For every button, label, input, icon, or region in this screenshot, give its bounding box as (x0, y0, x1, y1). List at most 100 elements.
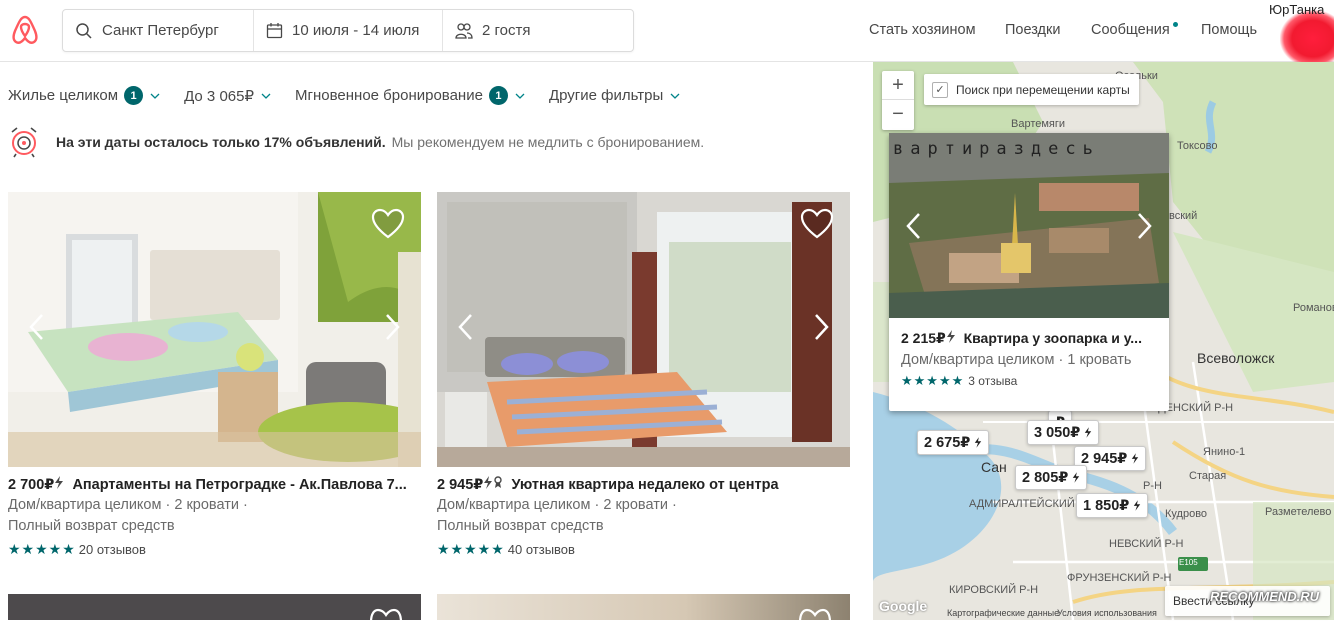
chevron-right-icon[interactable] (379, 312, 405, 342)
listing-name: Уютная квартира недалеко от центра (511, 477, 779, 493)
superhost-icon (494, 476, 503, 488)
search-on-move-toggle[interactable]: ✓ Поиск при перемещении карты (924, 74, 1139, 105)
map-data-credit[interactable]: Картографические данные (947, 608, 1059, 618)
heart-icon[interactable] (371, 208, 405, 240)
filter-count-badge: 1 (124, 86, 144, 105)
listing-photo[interactable] (437, 192, 850, 467)
chevron-right-icon[interactable] (1131, 211, 1157, 241)
lightning-icon (55, 476, 64, 489)
review-count: 20 отзывов (78, 542, 146, 557)
listing-rating: ★★★★★ 20 отзывов (8, 541, 421, 558)
listing-card[interactable]: 2 700₽ Апартаменты на Петроградке - Ак.П… (8, 192, 421, 558)
heart-icon[interactable] (800, 208, 834, 240)
pin-price: 3 050₽ (1034, 424, 1081, 441)
listing-name: Апартаменты на Петроградке - Ак.Павлова … (72, 477, 407, 493)
nav-trips[interactable]: Поездки (1005, 22, 1060, 38)
listing-policy: Полный возврат средств (8, 518, 175, 534)
filter-price[interactable]: До 3 065₽ (184, 87, 271, 105)
checkbox[interactable]: ✓ (932, 81, 948, 98)
chevron-down-icon (261, 93, 271, 99)
lightning-icon (1085, 427, 1092, 438)
rating-stars: ★★★★★ (8, 541, 76, 557)
popup-title[interactable]: 2 215₽ Квартира у зоопарка и у... (889, 318, 1169, 347)
map-label: Романов (1293, 302, 1334, 314)
review-count: 3 отзыва (968, 374, 1018, 388)
notice-bold: На эти даты осталось только 17% объявлен… (56, 134, 386, 150)
map-label: Токсово (1177, 140, 1218, 152)
availability-notice: На эти даты осталось только 17% объявлен… (8, 126, 704, 158)
filter-bar: Жилье целиком 1 До 3 065₽ Мгновенное бро… (8, 86, 704, 105)
map-price-pin[interactable]: 3 050₽ (1027, 420, 1100, 445)
map-label: Вартемяги (1011, 118, 1066, 130)
filter-instant-book[interactable]: Мгновенное бронирование 1 (295, 86, 525, 105)
map-listing-popup[interactable]: вартираздесь 2 215₽ Квартира у зоопарка … (889, 133, 1169, 411)
lightning-icon (975, 437, 982, 448)
listing-title[interactable]: 2 945₽ Уютная квартира недалеко от центр… (437, 476, 850, 495)
pin-price: 1 850₽ (1083, 497, 1130, 514)
chevron-down-icon (515, 93, 525, 99)
listing-photo-partial[interactable] (8, 594, 421, 622)
listing-photo[interactable] (8, 192, 421, 467)
alarm-icon (11, 127, 37, 158)
search-icon (76, 22, 92, 39)
lightning-icon (946, 330, 955, 343)
listing-type: Дом/квартира целиком · 2 кровати · (437, 497, 677, 513)
filter-label: До 3 065₽ (184, 87, 255, 105)
listing-photo-partial[interactable] (437, 594, 850, 622)
map-label: Старая (1189, 470, 1227, 482)
airbnb-logo-icon[interactable] (10, 14, 40, 46)
zoom-in-button[interactable]: + (882, 71, 914, 100)
guests-field[interactable]: 2 гостя (443, 10, 633, 51)
chevron-down-icon (150, 93, 160, 99)
map-label: Янино-1 (1203, 446, 1246, 458)
search-bar: Санкт Петербург 10 июля - 14 июля 2 гост… (62, 9, 634, 52)
listing-card[interactable]: 2 945₽ Уютная квартира недалеко от центр… (437, 192, 850, 558)
avatar[interactable] (1280, 10, 1334, 62)
dates-value: 10 июля - 14 июля (292, 22, 420, 39)
popup-photo[interactable]: вартираздесь (889, 133, 1169, 318)
chevron-left-icon[interactable] (901, 211, 927, 241)
filter-entire-home[interactable]: Жилье целиком 1 (8, 86, 160, 105)
nav-help[interactable]: Помощь (1201, 22, 1257, 38)
calendar-icon (266, 23, 283, 39)
pin-price: 2 945₽ (1081, 450, 1128, 467)
listing-price: 2 945₽ (437, 477, 484, 493)
popup-name: Квартира у зоопарка и у... (963, 330, 1142, 346)
popup-rating: ★★★★★ 3 отзыва (889, 368, 1169, 389)
nav-messages[interactable]: Сообщения (1091, 22, 1170, 38)
map-price-pin[interactable]: 2 805₽ (1015, 465, 1088, 490)
road-label: E105 (1179, 558, 1198, 567)
filter-label: Жилье целиком (8, 87, 119, 104)
rating-stars: ★★★★★ (901, 373, 965, 388)
dates-field[interactable]: 10 июля - 14 июля (254, 10, 443, 51)
map-label: КИРОВСКИЙ Р-Н (949, 584, 1039, 596)
unread-dot (1173, 22, 1178, 27)
map-terms-link[interactable]: Условия использования (1057, 608, 1157, 618)
bedroom-photo (8, 192, 421, 467)
pin-price: 2 675₽ (924, 434, 971, 451)
popup-type: Дом/квартира целиком · 1 кровать (901, 352, 1132, 368)
photo-watermark: вартираздесь (893, 139, 1100, 159)
filter-label: Мгновенное бронирование (295, 87, 483, 104)
map-label: Р-Н (1143, 480, 1162, 492)
zoom-out-button[interactable]: − (882, 100, 914, 129)
chevron-right-icon[interactable] (808, 312, 834, 342)
listing-policy: Полный возврат средств (437, 518, 604, 534)
chevron-left-icon[interactable] (24, 312, 50, 342)
review-count: 40 отзывов (507, 542, 575, 557)
user-name: ЮрТанка (1269, 2, 1325, 17)
listing-title[interactable]: 2 700₽ Апартаменты на Петроградке - Ак.П… (8, 476, 421, 495)
listing-type: Дом/квартира целиком · 2 кровати · (8, 497, 248, 513)
location-field[interactable]: Санкт Петербург (63, 10, 254, 51)
chevron-down-icon (670, 93, 680, 99)
map-label: Кудрово (1165, 508, 1208, 520)
lightning-icon (1073, 472, 1080, 483)
map-price-pin[interactable]: 1 850₽ (1076, 493, 1149, 518)
zoom-control: + − (882, 71, 914, 130)
site-watermark: RECOMMEND.RU (1210, 589, 1320, 604)
pin-price: 2 805₽ (1022, 469, 1069, 486)
nav-become-host[interactable]: Стать хозяином (869, 22, 976, 38)
filter-more[interactable]: Другие фильтры (549, 87, 680, 104)
map-price-pin[interactable]: 2 675₽ (917, 430, 990, 455)
chevron-left-icon[interactable] (453, 312, 479, 342)
